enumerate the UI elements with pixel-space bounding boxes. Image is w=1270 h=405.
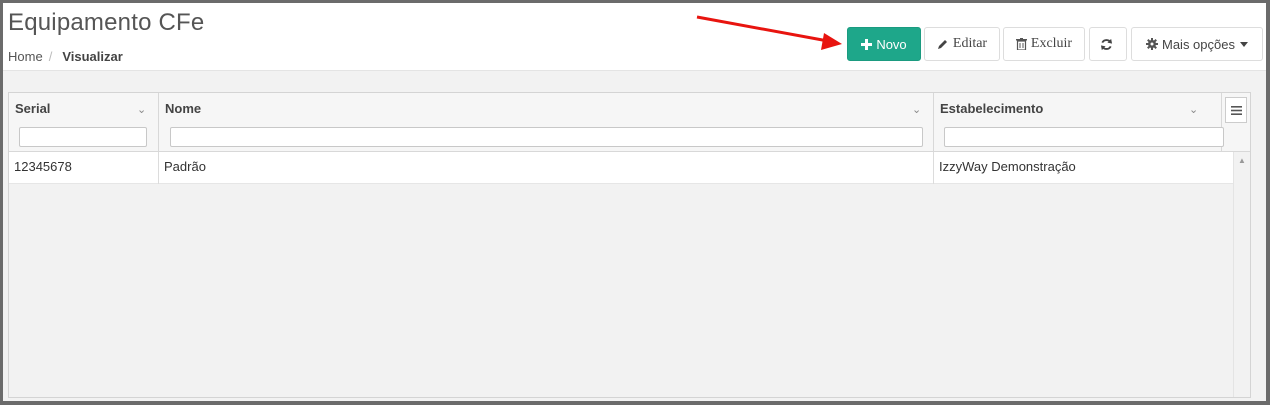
edit-button-label: Editar xyxy=(952,36,988,51)
column-header-serial[interactable]: Serial ⌄ xyxy=(9,93,159,152)
serial-filter-input[interactable] xyxy=(19,127,147,147)
table-row[interactable]: 12345678 Padrão IzzyWay Demonstração xyxy=(9,152,1233,184)
vertical-scrollbar[interactable]: ▲ xyxy=(1233,152,1250,397)
cell-nome: Padrão xyxy=(159,152,934,184)
pencil-icon xyxy=(937,40,947,49)
more-options-button[interactable]: Mais opções xyxy=(1131,27,1263,61)
breadcrumb-separator: / xyxy=(48,49,53,64)
data-grid: Serial ⌄ Nome ⌄ Estabelecimento ⌄ 123456… xyxy=(8,92,1251,398)
new-button-label: Novo xyxy=(876,36,907,52)
column-title: Estabelecimento xyxy=(940,101,1044,116)
refresh-button[interactable] xyxy=(1089,27,1127,61)
hamburger-menu-icon xyxy=(1230,105,1242,115)
cell-serial: 12345678 xyxy=(9,152,159,184)
new-button[interactable]: Novo xyxy=(847,27,921,61)
column-menu-button[interactable] xyxy=(1225,97,1247,123)
more-options-label: Mais opções xyxy=(1162,36,1235,52)
delete-button[interactable]: Excluir xyxy=(1003,27,1085,61)
breadcrumb-home-link[interactable]: Home xyxy=(8,49,43,64)
plus-icon xyxy=(861,38,873,50)
column-header-estabelecimento[interactable]: Estabelecimento ⌄ xyxy=(934,93,1224,152)
delete-button-label: Excluir xyxy=(1030,36,1073,51)
estabelecimento-filter-input[interactable] xyxy=(944,127,1224,147)
chevron-down-icon[interactable]: ⌄ xyxy=(912,103,921,116)
chevron-down-icon[interactable]: ⌄ xyxy=(1189,103,1198,116)
cell-estabelecimento: IzzyWay Demonstração xyxy=(939,159,1076,174)
column-title: Serial xyxy=(15,101,51,116)
column-title: Nome xyxy=(165,101,202,116)
grid-header: Serial ⌄ Nome ⌄ Estabelecimento ⌄ xyxy=(9,93,1250,152)
edit-button[interactable]: Editar xyxy=(924,27,1000,61)
scroll-up-icon[interactable]: ▲ xyxy=(1238,156,1246,165)
gear-icon xyxy=(1146,38,1158,50)
page-title: Equipamento CFe xyxy=(8,9,205,36)
chevron-down-icon[interactable]: ⌄ xyxy=(137,103,146,116)
breadcrumb-current: Visualizar xyxy=(62,49,123,64)
nome-filter-input[interactable] xyxy=(170,127,923,147)
caret-down-icon xyxy=(1239,41,1248,47)
trash-icon xyxy=(1015,38,1027,50)
breadcrumb: Home / Visualizar xyxy=(8,49,123,64)
column-header-nome[interactable]: Nome ⌄ xyxy=(159,93,934,152)
refresh-icon xyxy=(1100,38,1112,50)
